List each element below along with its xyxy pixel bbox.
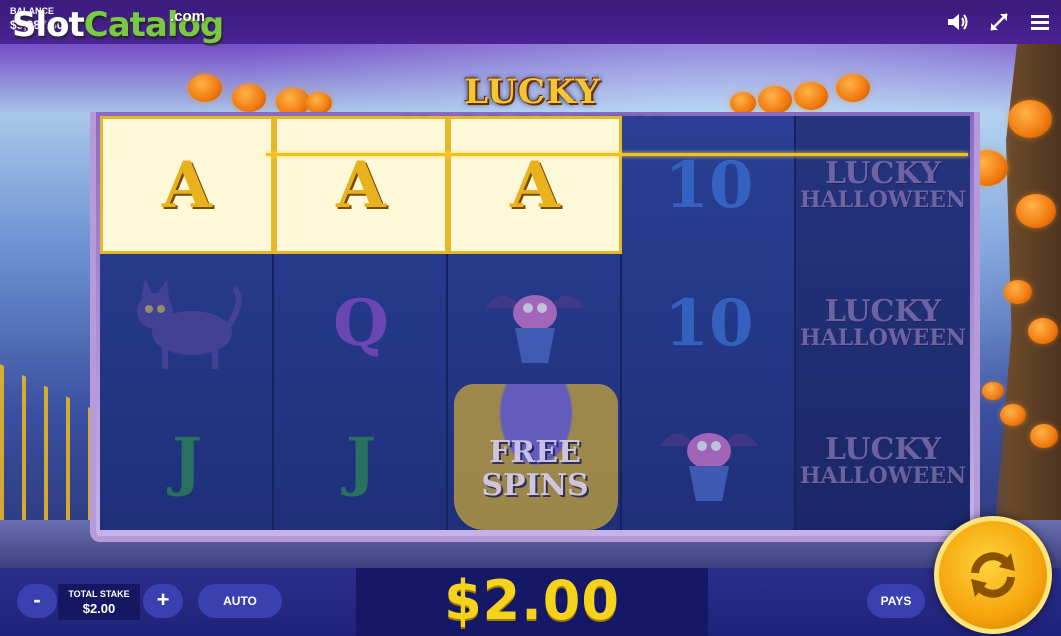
symbol-j: J <box>100 392 274 530</box>
pumpkin-icon <box>188 74 222 102</box>
spin-arrows-icon <box>971 552 1015 598</box>
pumpkin-icon <box>1028 318 1058 344</box>
symbol-a-winning: A <box>100 116 274 254</box>
win-display: $2.00 <box>356 568 708 636</box>
symbol-free-spins: FREE SPINS <box>448 436 622 502</box>
symbol-label: J <box>345 423 377 499</box>
logo-symbol: LUCKY HALLOWEEN <box>800 296 966 351</box>
increase-stake-button[interactable]: + <box>143 584 183 618</box>
decrease-stake-button[interactable]: - <box>17 584 57 618</box>
reel-2: A Q J <box>274 116 448 530</box>
win-amount: $2.00 <box>444 569 620 632</box>
symbol-cupcake <box>622 392 796 530</box>
pumpkin-icon <box>1004 280 1032 304</box>
free-spins-line2: SPINS <box>481 468 589 503</box>
game-title: LUCKY HALLOWEEN <box>399 72 664 152</box>
pumpkin-icon <box>232 84 266 112</box>
win-payline <box>266 153 968 156</box>
logo-line1: LUCKY <box>824 431 942 467</box>
symbol-label: A <box>510 147 560 223</box>
total-stake-value: $2.00 <box>82 601 116 616</box>
pumpkin-icon <box>1030 424 1058 448</box>
free-spins-line1: FREE <box>489 435 581 470</box>
pumpkin-icon <box>1008 100 1052 138</box>
reel-5: LUCKY HALLOWEEN LUCKY HALLOWEEN LUCKY HA… <box>796 116 970 530</box>
cupcake-bat-icon <box>659 433 759 501</box>
reel-1: A J <box>100 116 274 530</box>
pumpkin-icon <box>1016 194 1056 228</box>
logo-symbol: LUCKY HALLOWEEN <box>800 158 966 213</box>
symbol-label: A <box>336 147 386 223</box>
menu-icon[interactable] <box>1028 11 1052 33</box>
fullscreen-icon[interactable] <box>987 11 1011 33</box>
watermark-com: .com <box>170 8 206 25</box>
logo-symbol: LUCKY HALLOWEEN <box>800 434 966 489</box>
symbol-cat <box>100 254 274 392</box>
logo-line2: HALLOWEEN <box>799 325 967 352</box>
hamburger-icon <box>1031 15 1049 30</box>
sound-icon[interactable] <box>946 11 970 33</box>
symbol-label: Q <box>333 285 389 361</box>
pumpkin-icon <box>982 382 1004 400</box>
expand-icon <box>990 13 1008 31</box>
symbol-10: 10 <box>622 254 796 392</box>
logo-line1: LUCKY <box>824 155 942 191</box>
symbol-label: 10 <box>664 147 754 223</box>
pumpkin-icon <box>836 74 870 102</box>
cupcake-bat-icon <box>485 295 585 363</box>
symbol-cupcake <box>448 254 622 392</box>
symbol-lucky-halloween: LUCKY HALLOWEEN <box>796 392 970 530</box>
pumpkin-icon <box>730 92 756 114</box>
total-stake-label: TOTAL STAKE <box>68 589 130 599</box>
symbol-j: J <box>274 392 448 530</box>
logo-line2: HALLOWEEN <box>799 187 967 214</box>
symbol-a-winning: A <box>448 116 622 254</box>
total-stake-display: TOTAL STAKE $2.00 <box>58 584 140 620</box>
pumpkin-icon <box>758 86 792 114</box>
watermark-slot: Slot <box>12 5 85 45</box>
game-stage: LUCKY HALLOWEEN A <box>0 0 1061 636</box>
reel-4: 10 10 <box>622 116 796 530</box>
symbol-10: 10 <box>622 116 796 254</box>
symbol-q: Q <box>274 254 448 392</box>
cat-icon <box>137 279 242 369</box>
speaker-icon <box>948 14 968 30</box>
pumpkin-icon <box>306 92 332 114</box>
symbol-a-winning: A <box>274 116 448 254</box>
logo-line2: HALLOWEEN <box>799 463 967 490</box>
reel-3: A FREE SPINS <box>448 116 622 530</box>
symbol-label: 10 <box>664 285 754 361</box>
pumpkin-icon <box>794 82 828 110</box>
symbol-label: J <box>171 423 203 499</box>
autoplay-button[interactable]: AUTO <box>198 584 282 618</box>
pumpkin-icon <box>1000 404 1026 426</box>
symbol-label: A <box>162 147 212 223</box>
spin-button[interactable] <box>934 516 1052 634</box>
symbol-lucky-halloween: LUCKY HALLOWEEN <box>796 116 970 254</box>
symbol-lucky-halloween: LUCKY HALLOWEEN <box>796 254 970 392</box>
paytable-button[interactable]: PAYS <box>867 584 925 618</box>
logo-line1: LUCKY <box>824 293 942 329</box>
reel-grid: A J A Q J A FREE SPINS 10 10 LUCKY HALLO… <box>100 116 970 530</box>
